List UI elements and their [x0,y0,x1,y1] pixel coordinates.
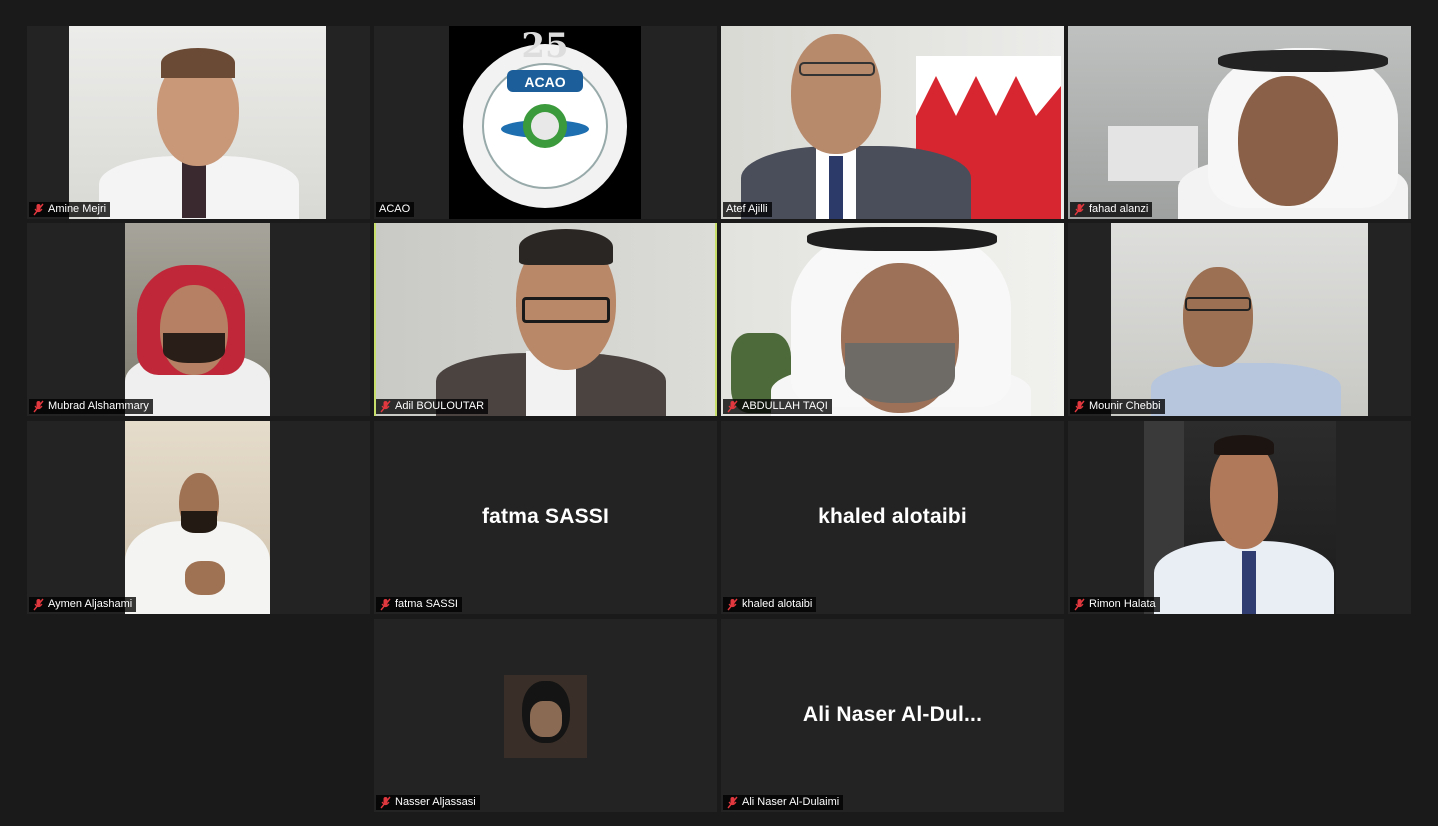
video-tile-fahad-alanzi[interactable]: fahad alanzi [1068,26,1411,219]
participant-name-label: Ali Naser Al-Dulaimi [723,795,844,810]
video-tile-ali-naser-al-dulaimi[interactable]: Ali Naser Al-Dul... Ali Naser Al-Dulaimi [721,619,1064,812]
mic-muted-icon [1074,598,1085,611]
mic-muted-icon [727,400,738,413]
mic-muted-icon [380,796,391,809]
logo-org: ACAO [524,74,566,90]
participant-name-label: Adil BOULOUTAR [376,399,489,414]
participant-video [1111,223,1368,416]
mic-muted-icon [1074,203,1085,216]
mic-muted-icon [380,598,391,611]
participant-name-label: ACAO [376,202,415,217]
participant-display-name: fatma SASSI [481,505,610,528]
logo-number: 25 [521,26,569,66]
video-tile-abdullah-taqi[interactable]: ABDULLAH TAQI [721,223,1064,416]
participant-display-name: Ali Naser Al-Dul... [802,703,983,726]
participant-video [721,26,1064,219]
participant-name-label: Mubrad Alshammary [29,399,153,414]
video-tile-atef-ajilli[interactable]: Atef Ajilli [721,26,1064,219]
video-tile-mounir-chebbi[interactable]: Mounir Chebbi [1068,223,1411,416]
video-tile-nasser-aljassasi[interactable]: Nasser Aljassasi [374,619,717,812]
mic-muted-icon [33,400,44,413]
participant-video [376,223,715,416]
participant-name-label: ABDULLAH TAQI [723,399,832,414]
participant-name-label: Nasser Aljassasi [376,795,480,810]
mic-muted-icon [33,598,44,611]
mic-muted-icon [727,796,738,809]
participant-video [721,223,1064,416]
mic-muted-icon [727,598,738,611]
participant-name-label: Atef Ajilli [723,202,772,217]
video-tile-amine-mejri[interactable]: Amine Mejri [27,26,370,219]
acao-logo: 25 ACAO [449,26,641,219]
video-tile-khaled-alotaibi[interactable]: khaled alotaibi khaled alotaibi [721,421,1064,614]
video-tile-fatma-sassi[interactable]: fatma SASSI fatma SASSI [374,421,717,614]
profile-picture [504,675,587,758]
participant-name-label: fatma SASSI [376,597,462,612]
video-tile-mubrad-alshammary[interactable]: Mubrad Alshammary [27,223,370,416]
participant-video [69,26,326,219]
participant-name-label: fahad alanzi [1070,202,1153,217]
video-tile-adil-bouloutar[interactable]: Adil BOULOUTAR [374,223,717,416]
participant-video [125,421,270,614]
mic-muted-icon [380,400,391,413]
mic-muted-icon [33,203,44,216]
mic-muted-icon [1074,400,1085,413]
video-tile-acao[interactable]: 25 ACAO ACAO [374,26,717,219]
video-tile-rimon-halata[interactable]: Rimon Halata [1068,421,1411,614]
participant-name-label: Aymen Aljashami [29,597,137,612]
participant-name-label: khaled alotaibi [723,597,817,612]
participant-video [1144,421,1336,614]
participant-video [1068,26,1411,219]
participant-name-label: Rimon Halata [1070,597,1160,612]
participant-name-label: Mounir Chebbi [1070,399,1165,414]
participant-video [125,223,270,416]
participant-name-label: Amine Mejri [29,202,111,217]
video-tile-aymen-aljashami[interactable]: Aymen Aljashami [27,421,370,614]
participant-display-name: khaled alotaibi [818,505,967,528]
